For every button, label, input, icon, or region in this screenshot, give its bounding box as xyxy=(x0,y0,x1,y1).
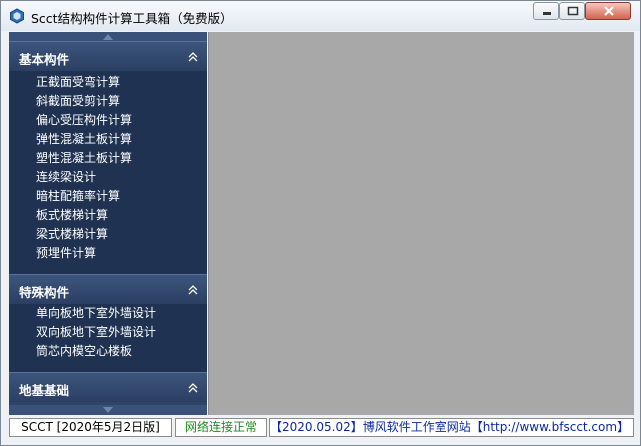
status-bar: SCCT [2020年5月2日版] 网络连接正常 【2020.05.02】博风软… xyxy=(9,418,634,438)
status-version: SCCT [2020年5月2日版] xyxy=(9,418,172,437)
menu-item-positive-section-bending[interactable]: 正截面受弯计算 xyxy=(36,73,120,92)
menu-item-continuous-beam[interactable]: 连续梁设计 xyxy=(36,168,96,187)
close-icon xyxy=(604,6,614,16)
section-header-special[interactable]: 特殊构件 xyxy=(9,274,207,304)
triangle-up-icon xyxy=(103,34,113,40)
menu-item-hollow-core-slab[interactable]: 筒芯内模空心楼板 xyxy=(36,342,132,361)
section-title: 基本构件 xyxy=(19,52,70,67)
menu-item-two-way-basement-wall[interactable]: 双向板地下室外墙设计 xyxy=(36,323,156,342)
status-ticker-link[interactable]: 【2020.05.02】博风软件工作室网站【http://www.bfscct.… xyxy=(269,418,634,437)
collapse-chevron-icon xyxy=(188,285,198,295)
maximize-button[interactable] xyxy=(559,2,585,20)
close-button[interactable] xyxy=(585,2,631,20)
app-window: Scct结构构件计算工具箱（免费版） 基本构件 正截面受弯计算 斜截面受剪计算 … xyxy=(0,0,641,446)
section-header-foundation[interactable]: 地基基础 xyxy=(9,372,207,402)
triangle-down-icon xyxy=(103,407,113,413)
app-logo-icon xyxy=(10,8,24,24)
menu-item-elastic-slab[interactable]: 弹性混凝土板计算 xyxy=(36,130,132,149)
menu-item-hidden-column-stirrup[interactable]: 暗柱配箍率计算 xyxy=(36,187,120,206)
menu-item-oblique-section-shear[interactable]: 斜截面受剪计算 xyxy=(36,92,120,111)
section-header-basic[interactable]: 基本构件 xyxy=(9,41,207,71)
main-workspace[interactable] xyxy=(208,32,634,415)
minimize-button[interactable] xyxy=(533,2,559,20)
menu-item-one-way-basement-wall[interactable]: 单向板地下室外墙设计 xyxy=(36,304,156,323)
collapse-chevron-icon xyxy=(188,383,198,393)
maximize-icon xyxy=(567,6,579,16)
status-network: 网络连接正常 xyxy=(175,418,267,437)
menu-item-plastic-slab[interactable]: 塑性混凝土板计算 xyxy=(36,149,132,168)
window-title: Scct结构构件计算工具箱（免费版） xyxy=(31,11,233,26)
collapse-chevron-icon xyxy=(188,52,198,62)
sidebar-navigation: 基本构件 正截面受弯计算 斜截面受剪计算 偏心受压构件计算 弹性混凝土板计算 塑… xyxy=(9,32,207,415)
section-title: 特殊构件 xyxy=(19,285,70,300)
menu-item-beam-stair[interactable]: 梁式楼梯计算 xyxy=(36,225,108,244)
menu-item-embedded-parts[interactable]: 预埋件计算 xyxy=(36,244,96,263)
menu-item-slab-stair[interactable]: 板式楼梯计算 xyxy=(36,206,108,225)
section-title: 地基基础 xyxy=(19,383,70,398)
menu-item-eccentric-compression[interactable]: 偏心受压构件计算 xyxy=(36,111,132,130)
sidebar-scroll-down[interactable] xyxy=(9,405,207,415)
title-bar[interactable]: Scct结构构件计算工具箱（免费版） xyxy=(1,1,640,31)
minimize-icon xyxy=(543,12,551,15)
